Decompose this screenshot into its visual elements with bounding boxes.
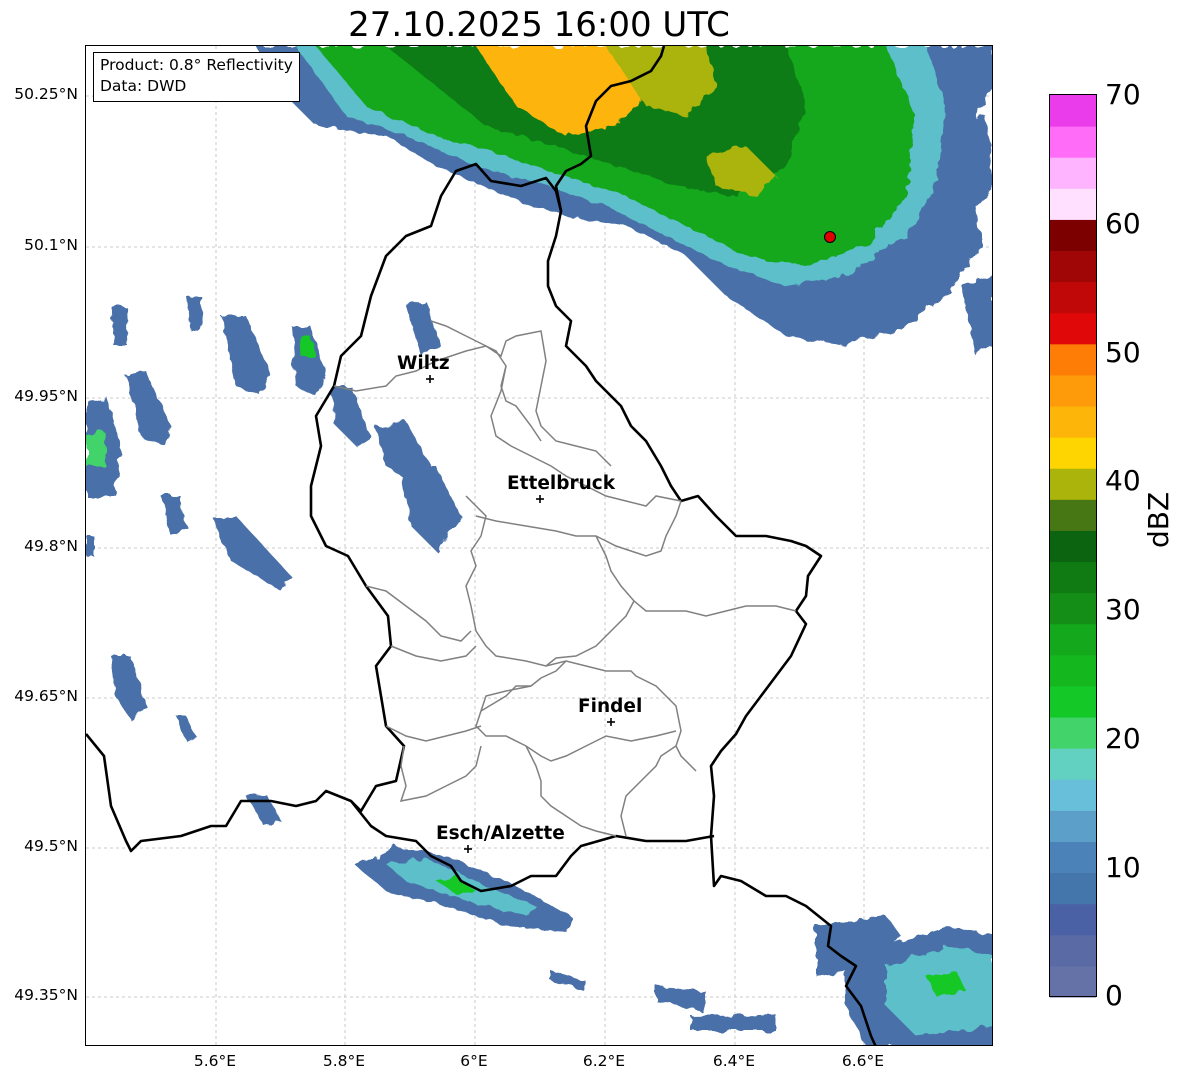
lon-tick: 6°E [460,1052,488,1070]
map-canvas: Wiltz Ettelbruck Findel Esch/Alzette [86,46,992,1045]
colorbar-cell [1050,748,1096,780]
lon-tick: 6.6°E [841,1052,885,1070]
colorbar-tick: 10 [1105,851,1141,884]
lon-tick: 6.2°E [582,1052,626,1070]
colorbar-cell [1050,965,1096,998]
radar-site-marker [824,231,836,243]
product-label: Product: 0.8° Reflectivity [100,56,293,74]
echo-s-3 [656,986,706,1011]
echo-w-5 [331,386,371,446]
colorbar-cell [1050,530,1096,563]
colorbar-tick: 20 [1105,722,1141,755]
city-label-esch-alzette: Esch/Alzette [436,823,565,844]
colorbar-cell [1050,468,1096,500]
colorbar-tick: 50 [1105,336,1141,369]
colorbar-cell [1050,685,1096,718]
colorbar-cell [1050,499,1096,531]
radar-echoes [86,46,992,1045]
colorbar-cell [1050,872,1096,905]
colorbar-tick: 0 [1105,979,1123,1012]
city-label-ettelbruck: Ettelbruck [507,473,616,494]
colorbar-cell [1050,312,1096,345]
echo-w-3 [221,316,271,396]
lat-tick: 50.1°N [24,236,78,254]
echo-w-10 [161,496,186,536]
colorbar-cell [1050,810,1096,842]
echo-w-2 [126,371,171,446]
colorbar-tick: 40 [1105,464,1141,497]
colorbar-cell [1050,841,1096,874]
echo-w-15 [246,794,281,826]
colorbar-cell [1050,437,1096,469]
colorbar-tick: 30 [1105,593,1141,626]
colorbar-cell [1050,654,1096,687]
colorbar-cell [1050,406,1096,438]
colorbar-cell [1050,250,1096,283]
lat-tick: 49.65°N [14,687,78,705]
product-info-box: Product: 0.8° Reflectivity Data: DWD [93,52,300,102]
colorbar-label: dBZ [1142,491,1175,548]
lat-tick: 49.35°N [14,986,78,1004]
lon-tick: 6.4°E [712,1052,756,1070]
colorbar-cell [1050,934,1096,967]
data-source-label: Data: DWD [100,77,187,95]
colorbar-tick: 70 [1105,78,1141,111]
colorbar-cell [1050,903,1096,936]
colorbar-cell [1050,219,1096,252]
lat-tick: 49.95°N [14,387,78,405]
echo-w-9 [211,516,291,591]
colorbar-cell [1050,592,1096,625]
city-label-findel: Findel [578,696,642,717]
colorbar-cell [1050,343,1096,376]
echo-w-13 [111,656,146,721]
lat-tick: 49.8°N [24,537,78,555]
echo-w-1b [86,431,106,466]
colorbar-cell [1050,779,1096,811]
canton-borders [333,320,797,837]
colorbar-cell [1050,188,1096,220]
colorbar-cell [1050,126,1096,158]
radar-map[interactable]: Wiltz Ettelbruck Findel Esch/Alzette [85,45,993,1046]
lat-tick: 49.5°N [24,837,78,855]
map-title: 27.10.2025 16:00 UTC [348,5,730,45]
echo-w-8 [406,301,441,356]
colorbar-cell [1050,281,1096,314]
colorbar-cell [1050,561,1096,594]
colorbar-tick: 60 [1105,207,1141,240]
colorbar-cells [1050,95,1096,998]
colorbar [1049,94,1097,998]
colorbar-cell [1050,157,1096,189]
colorbar-cell [1050,623,1096,656]
echo-east-2 [961,276,992,356]
colorbar-cell [1050,717,1096,749]
lat-tick: 50.25°N [14,85,78,103]
echo-w-7 [401,466,461,551]
echo-w-11 [186,296,204,331]
lon-tick: 5.8°E [322,1052,366,1070]
lon-tick: 5.6°E [193,1052,237,1070]
city-label-wiltz: Wiltz [397,353,450,374]
colorbar-cell [1050,374,1096,407]
echo-s-2 [551,971,586,991]
colorbar-cell [1050,95,1096,127]
echo-w-12 [111,306,128,346]
echo-w-14 [176,716,196,741]
echo-w-16 [86,536,94,556]
echo-s-4 [691,1014,776,1031]
